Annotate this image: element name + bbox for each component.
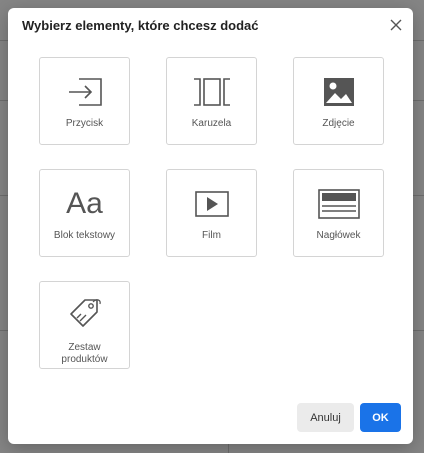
text-aa-icon: Aa xyxy=(66,187,103,220)
ok-button[interactable]: OK xyxy=(360,403,401,432)
element-tile-carousel[interactable]: Karuzela xyxy=(166,57,257,145)
element-label: Zestaw produktów xyxy=(40,342,129,366)
product-tag-icon xyxy=(40,294,129,334)
element-tile-product-set[interactable]: Zestaw produktów xyxy=(39,281,130,369)
element-tile-header[interactable]: Nagłówek xyxy=(293,169,384,257)
cancel-button[interactable]: Anuluj xyxy=(297,403,354,432)
dialog-header: Wybierz elementy, które chcesz dodać xyxy=(8,8,413,44)
element-tile-video[interactable]: Film xyxy=(166,169,257,257)
dialog-title: Wybierz elementy, które chcesz dodać xyxy=(22,18,259,33)
element-label-line1: Zestaw xyxy=(68,342,101,353)
element-tile-button[interactable]: Przycisk xyxy=(39,57,130,145)
dialog-footer: Anuluj OK xyxy=(8,394,413,444)
element-label: Nagłówek xyxy=(316,230,361,241)
element-label: Przycisk xyxy=(65,118,104,129)
element-label: Film xyxy=(202,230,221,241)
close-button[interactable] xyxy=(387,16,405,34)
element-label: Karuzela xyxy=(191,118,232,129)
close-icon xyxy=(390,19,402,31)
image-icon xyxy=(294,72,383,112)
carousel-icon xyxy=(167,72,256,112)
element-label-line2: produktów xyxy=(61,354,108,365)
element-label: Zdjęcie xyxy=(322,118,355,129)
button-enter-icon xyxy=(40,72,129,112)
header-icon xyxy=(294,184,383,224)
add-elements-dialog: Wybierz elementy, które chcesz dodać Prz… xyxy=(8,8,413,444)
element-tile-image[interactable]: Zdjęcie xyxy=(293,57,384,145)
element-tile-text-block[interactable]: Aa Blok tekstowy xyxy=(39,169,130,257)
video-play-icon xyxy=(167,184,256,224)
element-label: Blok tekstowy xyxy=(53,230,116,241)
